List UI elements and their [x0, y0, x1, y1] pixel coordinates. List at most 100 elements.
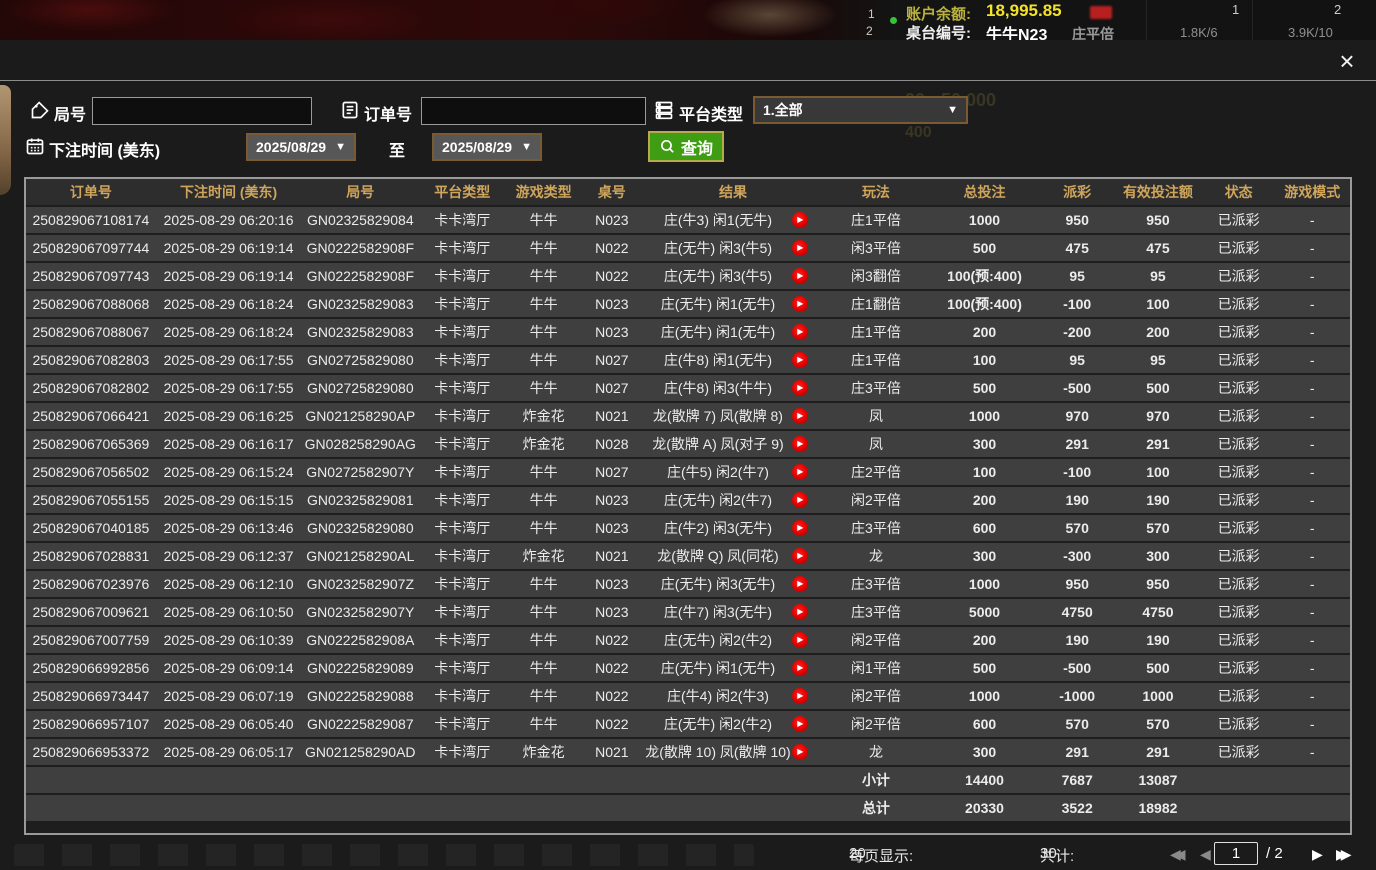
cell-total-bet: 1000: [928, 403, 1042, 429]
cell-game-mode: -: [1274, 459, 1350, 485]
search-icon: [659, 138, 676, 155]
replay-video-icon[interactable]: ▶: [792, 408, 808, 424]
cell-result: 庄(牛7) 闲3(无牛)▶: [642, 599, 825, 625]
search-button[interactable]: 查询: [648, 131, 724, 162]
cell-platform: 卡卡湾厅: [419, 543, 505, 569]
cell-order-no: 250829067065369: [26, 431, 156, 457]
order-no-input[interactable]: [421, 97, 646, 125]
cell-total-bet: 100: [928, 347, 1042, 373]
next-page-icon[interactable]: ▶: [1312, 846, 1323, 863]
page-number-input[interactable]: [1214, 842, 1258, 865]
replay-video-icon[interactable]: ▶: [792, 688, 808, 704]
first-page-icon[interactable]: ◀◀: [1170, 846, 1180, 863]
replay-video-icon[interactable]: ▶: [792, 212, 808, 228]
cell-payout: 570: [1041, 515, 1112, 541]
replay-video-icon[interactable]: ▶: [792, 660, 808, 676]
chevron-down-icon: ▼: [521, 141, 532, 153]
cell-table-no: N023: [582, 599, 642, 625]
cell-status: 已派彩: [1203, 627, 1274, 653]
column-header: 派彩: [1041, 179, 1112, 205]
cell-result: 庄(无牛) 闲3(牛5)▶: [642, 263, 825, 289]
cell-round-no: GN0222582908F: [301, 235, 419, 261]
replay-video-icon[interactable]: ▶: [792, 604, 808, 620]
replay-video-icon[interactable]: ▶: [792, 548, 808, 564]
replay-video-icon[interactable]: ▶: [792, 464, 808, 480]
cell-valid-bet: 190: [1113, 487, 1203, 513]
cell-round-no: GN02225829088: [301, 683, 419, 709]
cell-game-mode: -: [1274, 319, 1350, 345]
cell-bet-time: 2025-08-29 06:18:24: [156, 319, 302, 345]
cell-game-type: 牛牛: [505, 291, 582, 317]
cell-payout: -300: [1041, 543, 1112, 569]
date-to-select[interactable]: 2025/08/29 ▼: [432, 133, 542, 161]
cell-total-bet: 200: [928, 627, 1042, 653]
column-header: 结果: [642, 179, 825, 205]
cell-round-no: GN0272582907Y: [301, 459, 419, 485]
replay-video-icon[interactable]: ▶: [792, 716, 808, 732]
replay-video-icon[interactable]: ▶: [792, 380, 808, 396]
cell-order-no: 250829067082802: [26, 375, 156, 401]
cell-order-no: 250829067097744: [26, 235, 156, 261]
cell-total-bet: 500: [928, 235, 1042, 261]
cell-payout: 95: [1041, 347, 1112, 373]
table-row: 2508290669734472025-08-29 06:07:19GN0222…: [26, 683, 1350, 709]
cell-game-type: 牛牛: [505, 627, 582, 653]
cell-bet-time: 2025-08-29 06:16:17: [156, 431, 302, 457]
cell-total-bet: 500: [928, 375, 1042, 401]
cell-round-no: GN0232582907Z: [301, 571, 419, 597]
table-row: 2508290670828022025-08-29 06:17:55GN0272…: [26, 375, 1350, 401]
result-text: 庄(无牛) 闲1(无牛): [644, 322, 793, 342]
replay-video-icon[interactable]: ▶: [792, 744, 808, 760]
replay-video-icon[interactable]: ▶: [792, 352, 808, 368]
table-row: 2508290670653692025-08-29 06:16:17GN0282…: [26, 431, 1350, 457]
column-header: 订单号: [26, 179, 156, 205]
cell-status: 已派彩: [1203, 655, 1274, 681]
replay-video-icon[interactable]: ▶: [792, 520, 808, 536]
date-from-select[interactable]: 2025/08/29 ▼: [246, 133, 356, 161]
cell-game-type: 炸金花: [505, 431, 582, 457]
replay-video-icon[interactable]: ▶: [792, 436, 808, 452]
round-no-input[interactable]: [92, 97, 312, 125]
cell-valid-bet: 100: [1113, 291, 1203, 317]
replay-video-icon[interactable]: ▶: [792, 576, 808, 592]
replay-video-icon[interactable]: ▶: [792, 492, 808, 508]
cell-status: 已派彩: [1203, 291, 1274, 317]
cell-play-type: 庄1平倍: [824, 207, 927, 233]
cell-order-no: 250829067055155: [26, 487, 156, 513]
cell-order-no: 250829067056502: [26, 459, 156, 485]
cell-sum-payout: 3522: [1041, 795, 1112, 821]
replay-video-icon[interactable]: ▶: [792, 296, 808, 312]
result-text: 庄(牛3) 闲1(无牛): [644, 210, 793, 230]
cell-result: 庄(牛5) 闲2(牛7)▶: [642, 459, 825, 485]
cell-game-mode: -: [1274, 375, 1350, 401]
column-header: 有效投注额: [1113, 179, 1203, 205]
cell-round-no: GN0232582907Y: [301, 599, 419, 625]
replay-video-icon[interactable]: ▶: [792, 324, 808, 340]
pagination-bar: 每页显示: 20 共计: 30 ◀◀ ◀ / 2 ▶ ▶▶: [0, 838, 1376, 870]
cell-total-bet: 100(预:400): [928, 291, 1042, 317]
prev-page-icon[interactable]: ◀: [1200, 846, 1211, 863]
cell-game-type: 牛牛: [505, 487, 582, 513]
replay-video-icon[interactable]: ▶: [792, 240, 808, 256]
replay-video-icon[interactable]: ▶: [792, 632, 808, 648]
column-header: 状态: [1203, 179, 1274, 205]
cell-platform: 卡卡湾厅: [419, 263, 505, 289]
cell-result: 庄(无牛) 闲2(牛2)▶: [642, 627, 825, 653]
cell-order-no: 250829066973447: [26, 683, 156, 709]
close-icon[interactable]: ×: [1332, 46, 1362, 76]
last-page-icon[interactable]: ▶▶: [1336, 846, 1346, 863]
cell-platform: 卡卡湾厅: [419, 739, 505, 765]
cell-play-type: 闲2平倍: [824, 627, 927, 653]
cell-game-type: 炸金花: [505, 543, 582, 569]
cell-result: 龙(散牌 A) 凤(对子 9)▶: [642, 431, 825, 457]
cell-play-type: 龙: [824, 543, 927, 569]
platform-type-select[interactable]: 1.全部 ▼: [753, 96, 968, 124]
cell-table-no: N027: [582, 459, 642, 485]
cell-game-mode: -: [1274, 543, 1350, 569]
cell-valid-bet: 95: [1113, 263, 1203, 289]
cell-play-type: 庄2平倍: [824, 459, 927, 485]
result-text: 庄(无牛) 闲3(牛5): [644, 266, 793, 286]
cell-play-type: 凤: [824, 431, 927, 457]
result-text: 庄(牛2) 闲3(无牛): [644, 518, 793, 538]
replay-video-icon[interactable]: ▶: [792, 268, 808, 284]
